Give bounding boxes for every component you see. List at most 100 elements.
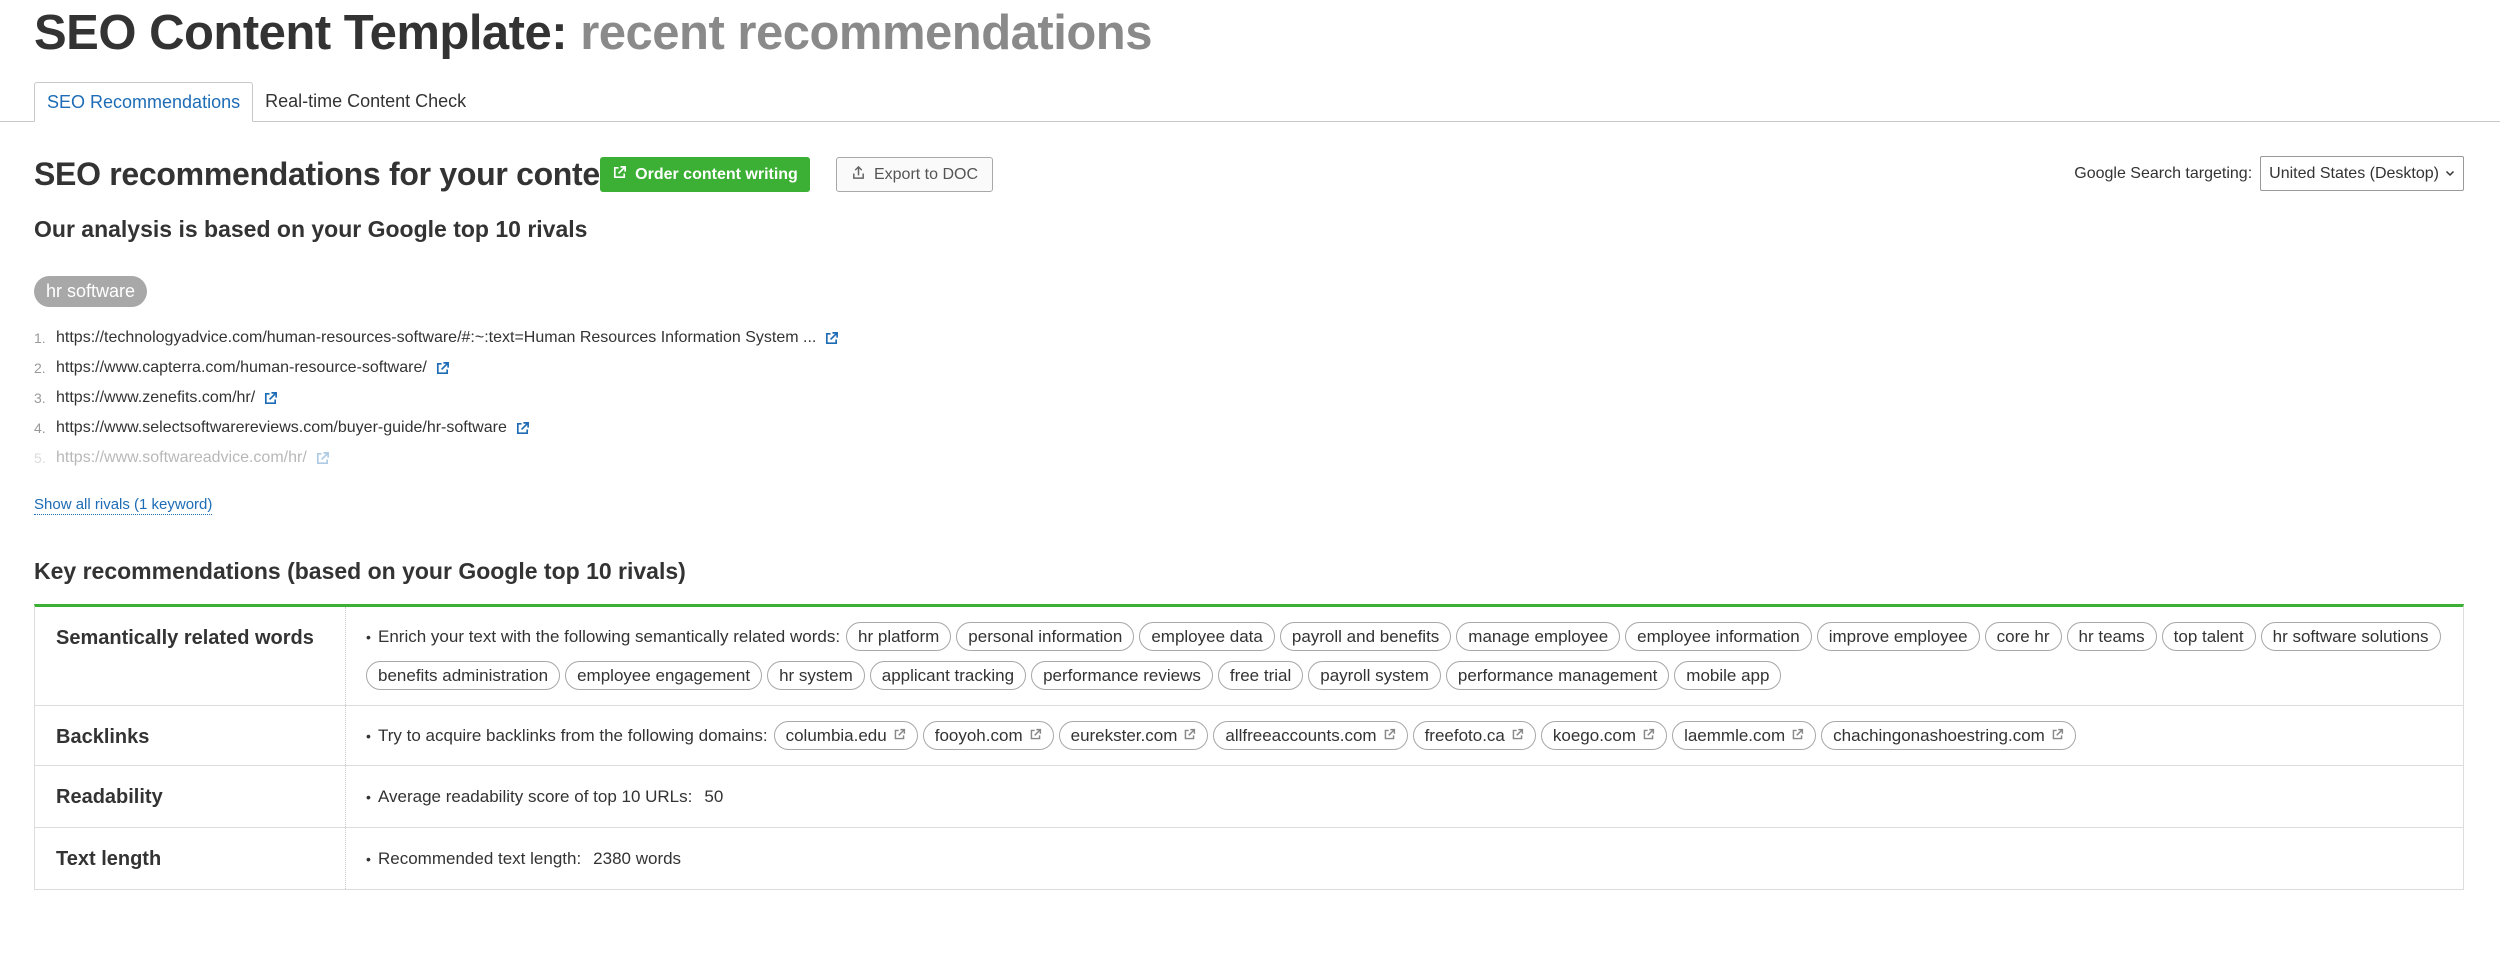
external-link-icon[interactable] [515,421,530,436]
rival-url: https://www.selectsoftwarereviews.com/bu… [56,419,507,436]
external-link-icon [612,165,627,185]
backlink-domain-chip[interactable]: freefoto.ca [1412,721,1536,750]
semantic-word-chip[interactable]: top talent [2161,622,2256,651]
semantic-word-chip[interactable]: performance reviews [1031,661,1213,690]
semantic-word-chip[interactable]: free trial [1217,661,1304,690]
bullet: • [366,850,371,867]
bullet: • [366,628,371,645]
rival-url: https://technologyadvice.com/human-resou… [56,329,817,346]
backlink-domain-chip[interactable]: chachingonashoestring.com [1821,721,2076,750]
semantic-word-chip[interactable]: core hr [1984,622,2062,651]
semantic-word-chip[interactable]: payroll system [1308,661,1441,690]
keyword-chip[interactable]: hr software [34,276,148,307]
external-link-icon [893,722,906,749]
backlink-domain-chip[interactable]: columbia.edu [773,721,918,750]
row-text-length: Text length • Recommended text length: 2… [35,828,2463,890]
rival-item: 3. https://www.zenefits.com/hr/ [34,383,839,413]
recommendations-table: Semantically related words • Enrich your… [34,604,2464,890]
semantic-word-chip[interactable]: hr software solutions [2260,622,2441,651]
rival-item: 2. https://www.capterra.com/human-resour… [34,353,839,383]
text-length-body: • Recommended text length: 2380 words [346,828,2463,889]
external-link-icon[interactable] [263,391,278,406]
semantic-word-chip[interactable]: benefits administration [366,661,561,690]
semantic-word-chip[interactable]: hr system [767,661,865,690]
semantic-word-chip[interactable]: hr platform [846,622,952,651]
external-link-icon [1383,722,1396,749]
domain-label: allfreeaccounts.com [1225,726,1377,745]
row-label: Backlinks [35,706,346,765]
semantic-word-chip[interactable]: payroll and benefits [1279,622,1452,651]
semantic-word-chip[interactable]: employee engagement [565,661,763,690]
rival-url: https://www.zenefits.com/hr/ [56,389,256,406]
backlink-domains-list: • Try to acquire backlinks from the foll… [346,706,2463,765]
external-link-icon [1791,722,1804,749]
readability-score: 50 [704,786,724,806]
export-icon [851,165,866,185]
domain-label: laemmle.com [1684,726,1786,745]
rival-item: 1. https://technologyadvice.com/human-re… [34,323,839,353]
row-label: Text length [35,828,346,889]
domain-label: eurekster.com [1070,726,1178,745]
domain-label: fooyoh.com [934,726,1023,745]
row-description: Recommended text length: [378,849,582,868]
semantic-word-chip[interactable]: personal information [956,622,1135,651]
rival-number: 3. [34,390,46,406]
analysis-title: Our analysis is based on your Google top… [34,216,588,242]
order-content-writing-button[interactable]: Order content writing [600,157,810,192]
row-label: Semantically related words [35,607,346,705]
search-targeting: Google Search targeting: United States (… [2074,156,2464,191]
semantic-word-chip[interactable]: employee data [1139,622,1275,651]
external-link-icon[interactable] [824,331,839,346]
domain-label: koego.com [1552,726,1637,745]
rival-number: 2. [34,360,46,376]
external-link-icon [1642,722,1655,749]
tab-seo-recommendations[interactable]: SEO Recommendations [34,82,254,122]
backlink-domain-chip[interactable]: koego.com [1540,721,1668,750]
backlink-domain-chip[interactable]: eurekster.com [1058,721,1209,750]
tabs-divider [0,121,2500,122]
semantic-word-chip[interactable]: performance management [1445,661,1670,690]
page-title-main: SEO Content Template: [34,6,568,60]
backlink-domain-chip[interactable]: allfreeaccounts.com [1213,721,1408,750]
semantic-word-chip[interactable]: hr teams [2066,622,2157,651]
rival-number: 1. [34,330,46,346]
external-link-icon[interactable] [435,361,450,376]
semantic-words-list: • Enrich your text with the following se… [346,607,2463,705]
show-all-rivals-link[interactable]: Show all rivals (1 keyword) [34,496,213,515]
backlink-domain-chip[interactable]: fooyoh.com [922,721,1054,750]
export-to-doc-button[interactable]: Export to DOC [836,157,993,192]
domain-label: columbia.edu [785,726,887,745]
backlink-domain-chip[interactable]: laemmle.com [1672,721,1817,750]
tab-real-time-content-check[interactable]: Real-time Content Check [253,82,478,122]
row-label: Readability [35,766,346,827]
row-description: Enrich your text with the following sema… [378,627,841,646]
external-link-icon [1511,722,1524,749]
semantic-word-chip[interactable]: improve employee [1816,622,1980,651]
semantic-word-chip[interactable]: applicant tracking [869,661,1027,690]
row-description: Average readability score of top 10 URLs… [378,787,693,806]
readability-body: • Average readability score of top 10 UR… [346,766,2463,827]
text-length-value: 2380 words [593,848,682,868]
row-backlinks: Backlinks • Try to acquire backlinks fro… [35,706,2463,766]
targeting-value: United States (Desktop) [2269,164,2439,182]
rivals-list: 1. https://technologyadvice.com/human-re… [34,323,839,473]
page-title-sub: recent recommendations [580,6,1152,60]
bullet: • [366,788,371,805]
external-link-icon [1183,722,1196,749]
semantic-word-chip[interactable]: employee information [1625,622,1812,651]
semantic-word-chip[interactable]: mobile app [1674,661,1782,690]
export-to-doc-label: Export to DOC [873,165,979,183]
domain-label: freefoto.ca [1424,726,1505,745]
external-link-icon [2051,722,2064,749]
semantic-word-chip[interactable]: manage employee [1456,622,1621,651]
row-readability: Readability • Average readability score … [35,766,2463,828]
targeting-select[interactable]: United States (Desktop) [2260,156,2464,191]
rival-item: 5. https://www.softwareadvice.com/hr/ [34,443,839,473]
bullet: • [366,727,371,744]
external-link-icon[interactable] [315,451,330,466]
order-content-writing-label: Order content writing [635,165,798,183]
external-link-icon [1029,722,1042,749]
rival-url: https://www.capterra.com/human-resource-… [56,359,427,376]
rival-url: https://www.softwareadvice.com/hr/ [56,449,307,466]
domain-label: chachingonashoestring.com [1833,726,2045,745]
